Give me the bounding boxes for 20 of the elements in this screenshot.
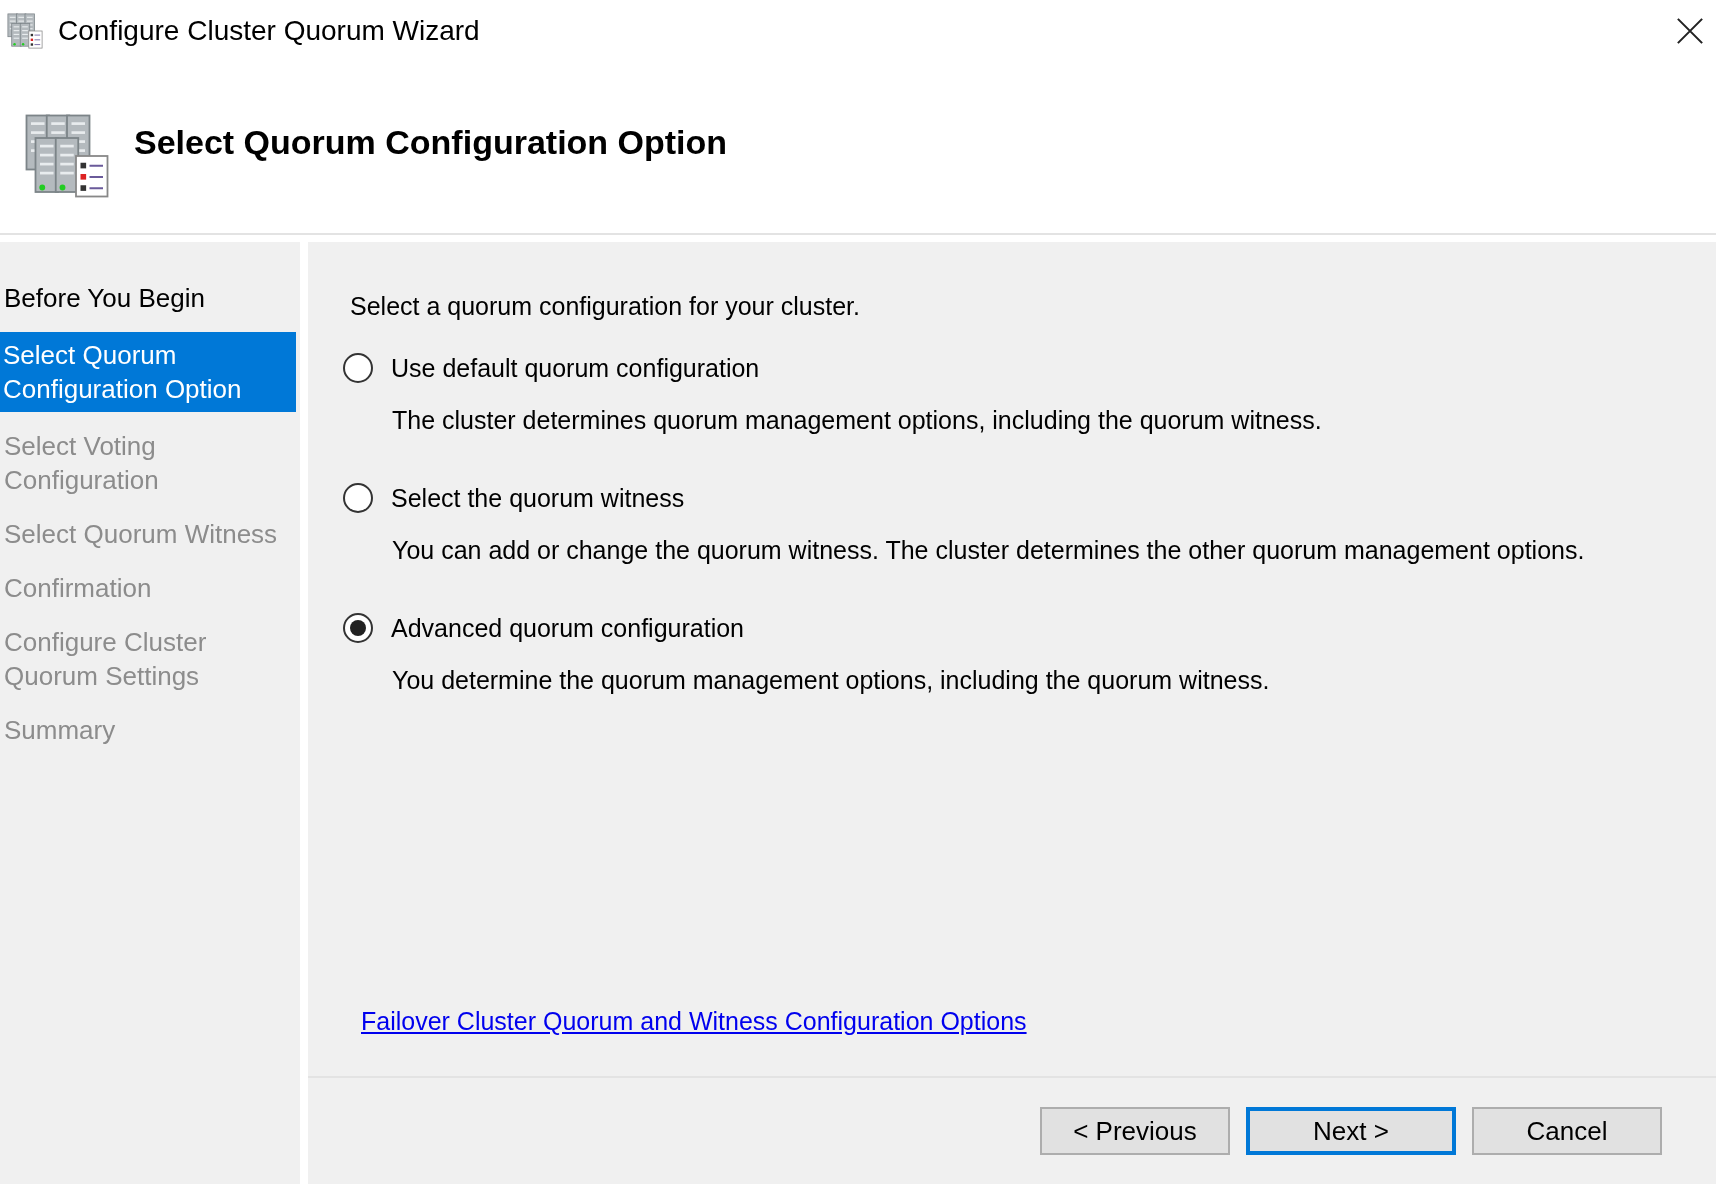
close-icon[interactable] (1676, 17, 1704, 45)
wizard-button[interactable]: Cancel (1472, 1107, 1662, 1155)
option-label[interactable]: Advanced quorum configuration (391, 611, 744, 645)
option-description: You determine the quorum management options, including the quorum witness. (392, 665, 1271, 696)
step-item[interactable]: Select Quorum Configuration Option (0, 332, 296, 412)
radio-button[interactable] (343, 613, 373, 643)
wizard-button[interactable]: < Previous (1040, 1107, 1230, 1155)
help-link[interactable]: Failover Cluster Quorum and Witness Configuration Options (361, 1007, 1027, 1036)
step-item[interactable]: Before You Begin (0, 278, 296, 318)
option-description: You can add or change the quorum witness. The cluster determines the other quorum management options. (392, 535, 1586, 566)
wizard-button[interactable]: Next > (1246, 1107, 1456, 1155)
page-heading: Select Quorum Configuration Option (134, 123, 728, 162)
window-title: Configure Cluster Quorum Wizard (58, 15, 480, 47)
option-description: The cluster determines quorum management options, including the quorum witness. (392, 405, 1323, 436)
instruction-text: Select a quorum configuration for your cluster. (350, 292, 861, 321)
radio-button[interactable] (343, 483, 373, 513)
radio-button[interactable] (343, 353, 373, 383)
option-label[interactable]: Select the quorum witness (391, 481, 685, 515)
cluster-icon (6, 12, 44, 50)
option-label[interactable]: Use default quorum configuration (391, 351, 760, 385)
